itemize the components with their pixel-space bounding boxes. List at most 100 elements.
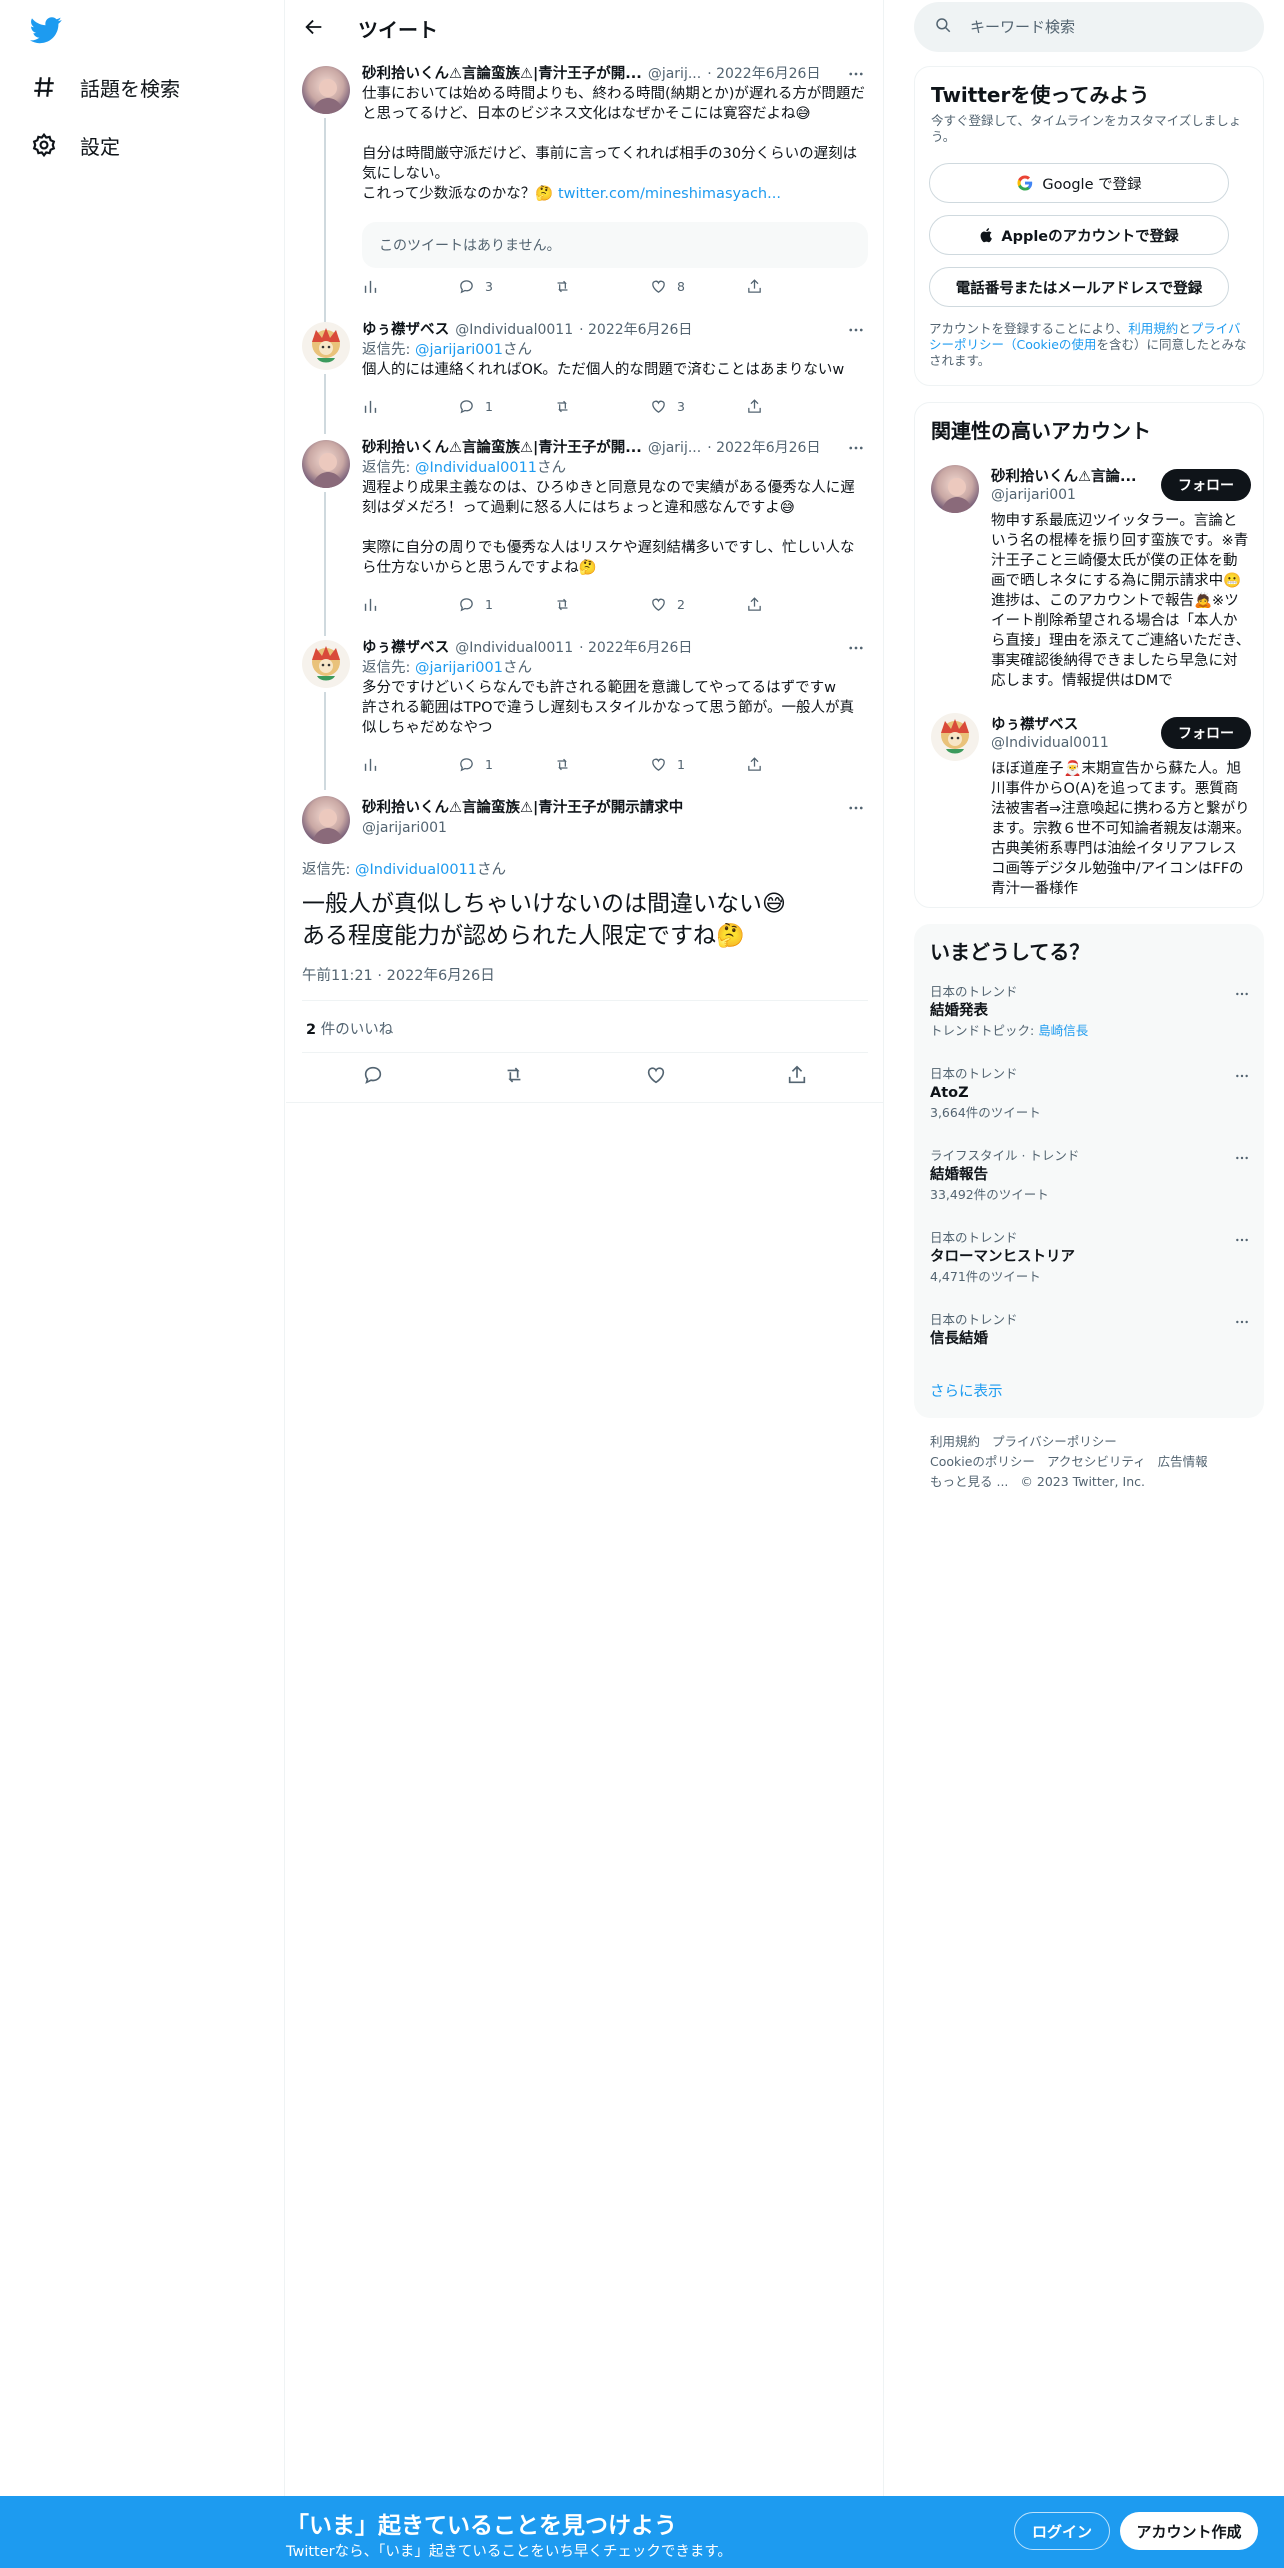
more-icon[interactable]	[844, 796, 868, 820]
reply-to-link[interactable]: @jarijari001	[415, 660, 503, 676]
thread-tweet[interactable]: 砂利拾いくん⚠言論蛮族⚠|青汁王子が開... @jarij... · 2022年…	[286, 436, 884, 636]
retweet-button[interactable]	[554, 278, 650, 295]
search-bar[interactable]	[914, 2, 1264, 52]
share-button[interactable]	[746, 278, 842, 295]
like-button[interactable]: 2	[650, 596, 746, 613]
terms-link[interactable]: 利用規約	[1128, 321, 1178, 336]
tweet-date[interactable]: · 2022年6月26日	[579, 638, 692, 658]
author-handle[interactable]: @jarij...	[648, 64, 701, 84]
show-more-link[interactable]: さらに表示	[930, 1380, 1003, 1401]
avatar[interactable]	[302, 640, 350, 688]
nav-settings[interactable]: 設定	[30, 125, 120, 165]
more-icon[interactable]	[1232, 1312, 1252, 1332]
share-icon[interactable]	[786, 1064, 808, 1090]
footer-privacy-link[interactable]: プライバシーポリシー	[992, 1434, 1117, 1449]
more-icon[interactable]	[1232, 1148, 1252, 1168]
trend-item[interactable]: 日本のトレンド AtoZ 3,664件のツイート	[930, 1066, 1250, 1122]
related-account[interactable]: 砂利拾いくん⚠言論... @jarijari001 フォロー 物申す系最底辺ツイ…	[915, 457, 1265, 689]
search-input[interactable]	[970, 18, 1250, 36]
share-button[interactable]	[746, 398, 842, 415]
author-handle[interactable]: @jarij...	[648, 438, 701, 458]
views-button[interactable]	[362, 278, 458, 295]
google-signup-button[interactable]: Google で登録	[929, 163, 1229, 203]
more-icon[interactable]	[844, 436, 868, 460]
apple-signup-button[interactable]: Appleのアカウントで登録	[929, 215, 1229, 255]
footer-accessibility-link[interactable]: アクセシビリティ	[1047, 1454, 1146, 1469]
footer-ads-link[interactable]: 広告情報	[1158, 1454, 1208, 1469]
related-account-name[interactable]: 砂利拾いくん⚠言論...	[991, 465, 1141, 486]
footer-terms-link[interactable]: 利用規約	[930, 1434, 980, 1449]
more-icon[interactable]	[844, 62, 868, 86]
more-icon[interactable]	[844, 636, 868, 660]
more-icon[interactable]	[1232, 1066, 1252, 1086]
trend-item[interactable]: 日本のトレンド 結婚発表 トレンドトピック: 島崎信長	[930, 984, 1250, 1040]
retweet-button[interactable]	[554, 756, 650, 773]
follow-button[interactable]: フォロー	[1161, 717, 1251, 749]
views-button[interactable]	[362, 596, 458, 613]
related-account-name[interactable]: ゆぅ襟ザベス	[991, 713, 1141, 734]
more-icon[interactable]	[1232, 1230, 1252, 1250]
reply-icon[interactable]	[362, 1064, 384, 1090]
author-name[interactable]: 砂利拾いくん⚠言論蛮族⚠|青汁王子が開...	[362, 438, 642, 458]
avatar[interactable]	[302, 440, 350, 488]
author-name[interactable]: ゆぅ襟ザベス	[362, 638, 449, 658]
avatar[interactable]	[302, 796, 350, 844]
tweet-date[interactable]: · 2022年6月26日	[707, 64, 820, 84]
author-name[interactable]: 砂利拾いくん⚠言論蛮族⚠|青汁王子が開...	[362, 64, 642, 84]
more-icon[interactable]	[1232, 984, 1252, 1004]
tweet-link[interactable]: twitter.com/mineshimasyach...	[558, 186, 781, 202]
tweet-date[interactable]: · 2022年6月26日	[579, 320, 692, 340]
create-account-button[interactable]: アカウント作成	[1120, 2512, 1258, 2550]
author-handle[interactable]: @Individual0011	[455, 320, 573, 340]
views-button[interactable]	[362, 398, 458, 415]
trend-item[interactable]: 日本のトレンド タローマンヒストリア 4,471件のツイート	[930, 1230, 1250, 1286]
twitter-bird-icon[interactable]	[29, 14, 62, 46]
share-button[interactable]	[746, 596, 842, 613]
avatar[interactable]	[302, 322, 350, 370]
author-name[interactable]: ゆぅ襟ザベス	[362, 320, 449, 340]
like-button[interactable]: 8	[650, 278, 746, 295]
nav-explore[interactable]: 話題を検索	[30, 67, 180, 107]
reply-to-link[interactable]: @Individual0011	[415, 460, 537, 476]
back-arrow-icon[interactable]	[300, 13, 328, 41]
trend-topic-link[interactable]: 島崎信長	[1038, 1023, 1088, 1038]
author-handle[interactable]: @Individual0011	[455, 638, 573, 658]
related-account-handle[interactable]: @jarijari001	[991, 487, 1076, 503]
trend-item[interactable]: ライフスタイル · トレンド 結婚報告 33,492件のツイート	[930, 1148, 1250, 1204]
avatar[interactable]	[931, 465, 979, 513]
retweet-button[interactable]	[554, 596, 650, 613]
heart-icon[interactable]	[645, 1064, 667, 1090]
phone-email-signup-button[interactable]: 電話番号またはメールアドレスで登録	[929, 267, 1229, 307]
thread-tweet[interactable]: ゆぅ襟ザベス @Individual0011 · 2022年6月26日 返信先:…	[286, 636, 884, 790]
tweet-timestamp[interactable]: 午前11:21 · 2022年6月26日	[302, 964, 495, 985]
thread-tweet[interactable]: ゆぅ襟ザベス @Individual0011 · 2022年6月26日 返信先:…	[286, 318, 884, 434]
follow-button[interactable]: フォロー	[1161, 469, 1251, 501]
trend-item[interactable]: 日本のトレンド 信長結婚	[930, 1312, 1250, 1350]
author-name[interactable]: 砂利拾いくん⚠言論蛮族⚠|青汁王子が開示請求中	[362, 798, 683, 818]
like-button[interactable]: 1	[650, 756, 746, 773]
views-button[interactable]	[362, 756, 458, 773]
reply-button[interactable]: 3	[458, 278, 554, 295]
footer-links: 利用規約 プライバシーポリシー Cookieのポリシー アクセシビリティ 広告情報 も…	[930, 1432, 1260, 1492]
reply-button[interactable]: 1	[458, 756, 554, 773]
avatar[interactable]	[302, 66, 350, 114]
reply-button[interactable]: 1	[458, 596, 554, 613]
more-icon[interactable]	[844, 318, 868, 342]
footer-cookie-link[interactable]: Cookieのポリシー	[930, 1454, 1035, 1469]
footer-more-link[interactable]: もっと見る ...	[930, 1474, 1008, 1489]
retweet-button[interactable]	[554, 398, 650, 415]
likes-summary[interactable]: 2 件のいいね	[306, 1018, 393, 1039]
related-account-handle[interactable]: @Individual0011	[991, 735, 1109, 751]
reply-to-link[interactable]: @jarijari001	[415, 342, 503, 358]
tweet-date[interactable]: · 2022年6月26日	[707, 438, 820, 458]
thread-tweet[interactable]: 砂利拾いくん⚠言論蛮族⚠|青汁王子が開... @jarij... · 2022年…	[286, 62, 884, 322]
related-account[interactable]: ゆぅ襟ザベス @Individual0011 フォロー ほぼ道産子🎅末期宣告から…	[915, 705, 1265, 897]
like-button[interactable]: 3	[650, 398, 746, 415]
avatar[interactable]	[931, 713, 979, 761]
share-button[interactable]	[746, 756, 842, 773]
retweet-icon[interactable]	[503, 1064, 525, 1090]
author-handle[interactable]: @jarijari001	[362, 820, 868, 836]
login-button[interactable]: ログイン	[1014, 2512, 1110, 2550]
reply-to-link[interactable]: @Individual0011	[355, 862, 477, 878]
reply-button[interactable]: 1	[458, 398, 554, 415]
